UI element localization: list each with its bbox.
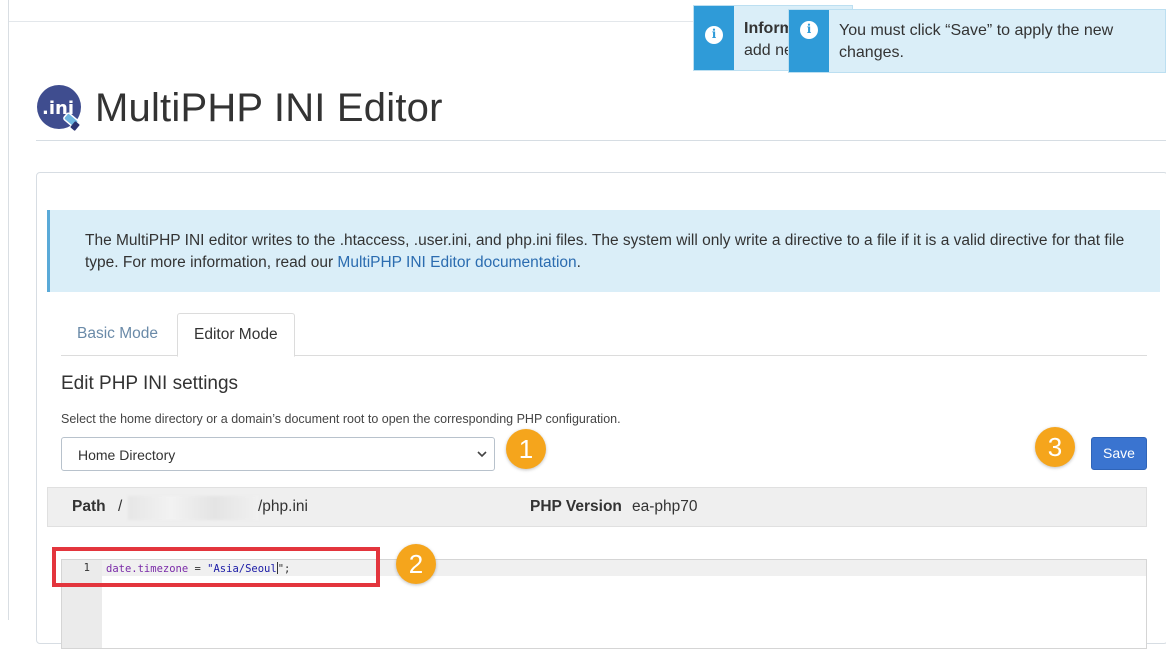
toast-icon-bar: i bbox=[694, 6, 734, 70]
path-label: Path bbox=[72, 498, 106, 515]
section-title: Edit PHP INI settings bbox=[61, 373, 239, 394]
toast-message-line2: changes. bbox=[839, 44, 904, 61]
toast-icon-bar: i bbox=[789, 10, 829, 72]
callout-2: 2 bbox=[396, 544, 436, 584]
callout-1: 1 bbox=[506, 429, 546, 469]
tab-basic-mode[interactable]: Basic Mode bbox=[61, 313, 174, 355]
documentation-link[interactable]: MultiPHP INI Editor documentation bbox=[337, 254, 576, 271]
highlight-box bbox=[52, 547, 380, 587]
tab-editor-mode[interactable]: Editor Mode bbox=[177, 313, 295, 357]
path-prefix: / bbox=[118, 498, 123, 515]
directory-select-value: Home Directory bbox=[78, 447, 176, 463]
path-value: /php.ini bbox=[258, 498, 308, 515]
info-icon: i bbox=[705, 26, 723, 44]
path-redacted bbox=[128, 496, 258, 520]
mode-tabs: Basic Mode Editor Mode bbox=[61, 313, 1147, 357]
php-version-value: ea-php70 bbox=[632, 498, 698, 515]
info-text-part1: The MultiPHP INI editor writes to the .h… bbox=[85, 232, 1125, 271]
page-title: MultiPHP INI Editor bbox=[95, 86, 443, 130]
info-icon: i bbox=[800, 21, 818, 39]
section-help-text: Select the home directory or a domain’s … bbox=[61, 412, 621, 426]
path-bar: Path / /php.ini PHP Version ea-php70 bbox=[47, 487, 1147, 527]
directory-select[interactable]: Home Directory bbox=[61, 437, 495, 471]
callout-3: 3 bbox=[1035, 427, 1075, 467]
page-header: .ini MultiPHP INI Editor bbox=[36, 82, 1166, 141]
php-version-label: PHP Version bbox=[530, 498, 622, 515]
toast-message-line1: You must click “Save” to apply the new bbox=[839, 22, 1114, 39]
info-alert: The MultiPHP INI editor writes to the .h… bbox=[47, 210, 1160, 292]
info-text-part2: . bbox=[576, 254, 581, 271]
info-alert-text: The MultiPHP INI editor writes to the .h… bbox=[85, 230, 1125, 274]
save-button[interactable]: Save bbox=[1091, 437, 1147, 470]
chevron-down-icon bbox=[477, 451, 487, 458]
left-rail bbox=[0, 0, 9, 620]
ini-logo-icon: .ini bbox=[37, 85, 81, 131]
toast-title: Inform bbox=[744, 20, 794, 37]
toast-save-reminder[interactable]: i You must click “Save” to apply the new… bbox=[788, 9, 1166, 73]
